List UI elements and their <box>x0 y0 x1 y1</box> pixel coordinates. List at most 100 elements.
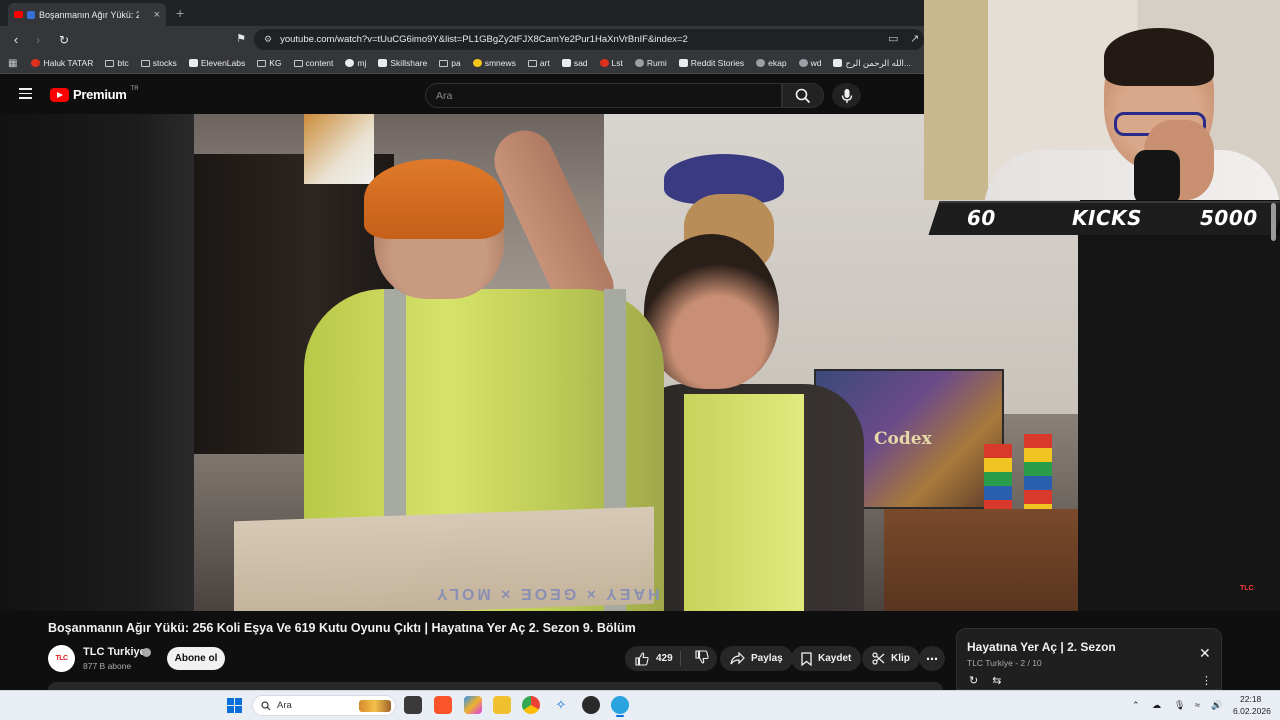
bookmark-icon[interactable]: ⚑ <box>231 32 251 45</box>
wifi-icon[interactable]: ≈ <box>1195 700 1200 710</box>
search-input[interactable]: Ara <box>425 83 782 108</box>
playlist-menu-icon[interactable]: ⋮ <box>1201 674 1212 687</box>
bookmarks-bar: ▦ Haluk TATAR btc stocks ElevenLabs KG conten… <box>0 53 924 74</box>
browser-tab[interactable]: Boşanmanın Ağır Yükü: 256 K × <box>8 3 166 26</box>
bookmark-item[interactable]: KG <box>257 58 282 68</box>
video-letterbox <box>0 114 194 611</box>
kicks-left-count: 60 <box>967 206 996 230</box>
bookmark-label: Skillshare <box>390 58 428 68</box>
loop-icon[interactable]: ↻ <box>969 674 978 687</box>
bookmark-item[interactable]: Haluk TATAR <box>31 58 93 68</box>
bookmark-favicon-icon <box>472 59 482 67</box>
bookmark-item[interactable]: الله الرحمن الرح... <box>833 58 911 69</box>
bookmark-item[interactable]: Reddit Stories <box>678 58 744 68</box>
onedrive-icon[interactable]: ☁ <box>1152 700 1161 711</box>
bookmark-label: الله الرحمن الرح... <box>845 57 911 68</box>
clip-button[interactable]: Klip <box>862 646 920 671</box>
bookmark-item[interactable]: smnews <box>472 58 516 68</box>
tray-overflow-icon[interactable]: ⌃ <box>1132 700 1140 711</box>
bookmark-item[interactable]: pa <box>439 58 461 68</box>
voice-search-button[interactable] <box>832 83 861 108</box>
folder-icon <box>257 59 267 67</box>
kicks-goal: 5000 <box>1200 206 1258 230</box>
bookmark-item[interactable]: art <box>527 58 550 68</box>
subscribe-button[interactable]: Abone ol <box>167 647 225 670</box>
playlist-title[interactable]: Hayatına Yer Aç | 2. Sezon <box>967 640 1116 654</box>
avatar-logo-text: TLC <box>55 655 68 662</box>
brave-browser-icon[interactable] <box>434 696 452 714</box>
share-button[interactable]: Paylaş <box>720 646 793 671</box>
bookmark-item[interactable]: Lst <box>599 58 623 68</box>
bookmark-label: content <box>305 58 334 68</box>
search-button[interactable] <box>782 83 824 108</box>
youtube-premium-logo[interactable]: Premium TR <box>50 85 139 102</box>
windows-start-icon[interactable] <box>227 698 242 713</box>
bookmark-label: art <box>539 58 550 68</box>
scissors-icon <box>872 652 885 665</box>
channel-avatar[interactable]: TLC <box>48 645 75 672</box>
chrome-icon[interactable] <box>522 696 540 714</box>
bookmark-item[interactable]: stocks <box>140 58 177 68</box>
bookmark-favicon-icon <box>833 59 843 67</box>
taskbar-search-input[interactable]: Ara <box>252 695 396 716</box>
close-playlist-icon[interactable]: ✕ <box>1199 645 1211 662</box>
folder-icon <box>293 59 303 67</box>
shuffle-icon[interactable]: ⇆ <box>992 674 1001 687</box>
cast-icon[interactable]: ▭ <box>888 32 898 45</box>
description-box[interactable] <box>48 682 943 690</box>
video-scene-desk <box>884 509 1080 611</box>
bookmark-item[interactable]: mj <box>345 58 366 68</box>
bookmark-item[interactable]: wd <box>798 58 821 68</box>
save-button[interactable]: Kaydet <box>791 646 862 671</box>
reload-icon[interactable]: ↻ <box>54 33 74 47</box>
search-highlight-image <box>359 699 391 712</box>
clock-date[interactable]: 6.02.2026 <box>1233 706 1271 716</box>
close-tab-icon[interactable]: × <box>154 9 160 21</box>
playlist-panel: Hayatına Yer Aç | 2. Sezon TLC Turkiye -… <box>956 628 1222 690</box>
bookmark-item[interactable]: ElevenLabs <box>188 58 245 68</box>
bookmark-item[interactable]: ekap <box>756 58 787 68</box>
bookmark-item[interactable]: Skillshare <box>378 58 427 68</box>
bookmark-favicon-icon <box>678 59 688 67</box>
country-code: TR <box>130 85 139 92</box>
file-explorer-icon[interactable] <box>493 696 511 714</box>
tray-mic-icon[interactable]: 🎙 <box>1174 700 1185 711</box>
bookmark-item[interactable]: content <box>293 58 334 68</box>
microphone-icon <box>841 88 852 103</box>
apps-grid-icon[interactable]: ▦ <box>8 58 17 69</box>
menu-icon[interactable] <box>19 88 32 99</box>
like-count: 429 <box>656 653 673 664</box>
telegram-icon[interactable] <box>611 696 629 717</box>
more-actions-button[interactable]: ⋯ <box>919 646 945 671</box>
save-label: Kaydet <box>818 653 852 664</box>
task-view-icon[interactable] <box>404 696 422 714</box>
bookmark-label: stocks <box>152 58 177 68</box>
video-player[interactable]: Codex HAEY × GEOE × MOLY <box>0 114 1080 611</box>
tab-group-icon <box>27 10 35 19</box>
address-bar[interactable]: ⚙ youtube.com/watch?v=tUuCG6imo9Y&list=P… <box>254 29 924 50</box>
like-button[interactable]: 429 <box>625 651 681 666</box>
playlist-channel[interactable]: TLC Turkiye <box>967 658 1013 668</box>
search-icon <box>795 88 811 103</box>
volume-icon[interactable]: 🔊 <box>1211 700 1222 711</box>
copilot-icon[interactable] <box>464 696 482 714</box>
share-page-icon[interactable]: ↗ <box>910 32 919 45</box>
forward-icon[interactable]: › <box>28 32 48 47</box>
back-icon[interactable]: ‹ <box>6 32 26 47</box>
site-info-icon[interactable]: ⚙ <box>264 34 272 45</box>
page-scrollbar[interactable] <box>1271 203 1276 241</box>
obs-icon[interactable] <box>582 696 600 714</box>
clock-time[interactable]: 22:18 <box>1240 694 1261 704</box>
dislike-button[interactable] <box>687 650 709 667</box>
channel-name[interactable]: TLC Turkiye <box>83 646 146 658</box>
snipping-tool-icon[interactable]: ✧ <box>552 696 570 714</box>
thumbs-down-icon <box>695 650 709 664</box>
kicks-label: KICKS <box>1072 206 1143 230</box>
bookmark-item[interactable]: Rumi <box>634 58 667 68</box>
new-tab-button[interactable]: + <box>176 5 184 21</box>
bookmark-item[interactable]: sad <box>561 58 588 68</box>
bookmark-item[interactable]: btc <box>105 58 129 68</box>
bookmark-label: sad <box>573 58 588 68</box>
bookmark-label: ekap <box>768 58 787 68</box>
bookmark-favicon-icon <box>378 59 388 67</box>
